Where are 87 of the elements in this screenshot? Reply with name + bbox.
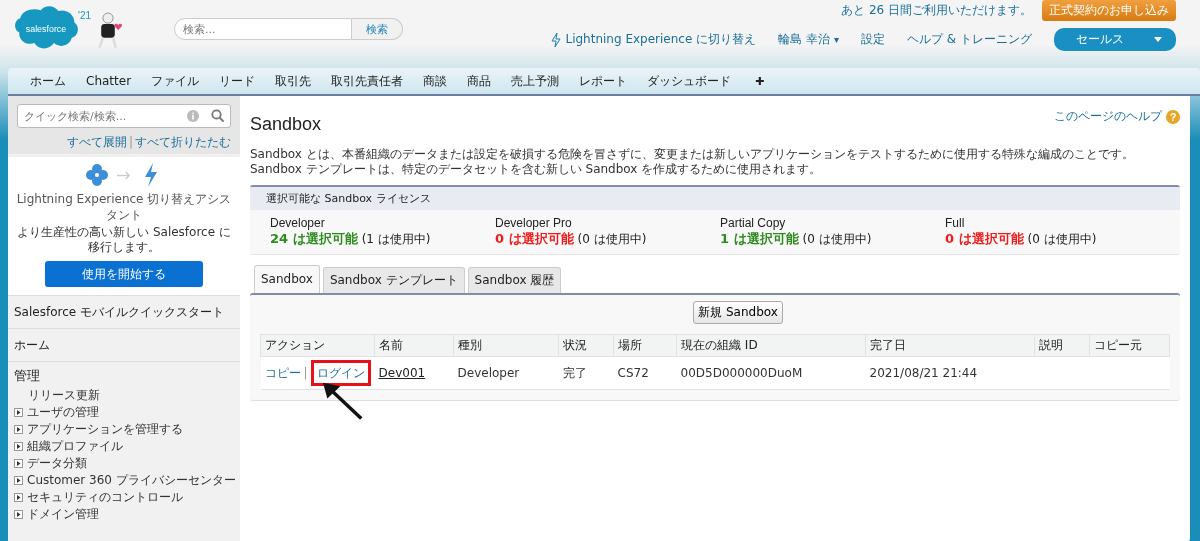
- column-header: 種別: [453, 334, 559, 357]
- tree-item[interactable]: 組織プロファイル: [27, 438, 123, 455]
- column-header: 現在の組織 ID: [676, 334, 866, 357]
- table-cell: Developer: [453, 356, 559, 390]
- info-icon: [187, 110, 199, 122]
- nav-tab[interactable]: レポート: [569, 72, 638, 90]
- tree-item[interactable]: ユーザの管理: [27, 404, 99, 421]
- expand-toggle-icon[interactable]: [14, 425, 23, 434]
- assistant-text: より生産性の高い新しい Salesforce に移行します。: [16, 225, 232, 255]
- expand-all-link[interactable]: すべて展開: [66, 135, 127, 149]
- column-header: 場所: [613, 334, 677, 357]
- nav-tab[interactable]: ダッシュボード: [637, 72, 742, 90]
- column-header: 状況: [558, 334, 614, 357]
- license-name: Full: [945, 216, 966, 230]
- trial-notice: あと 26 日間ご利用いただけます。: [841, 2, 1032, 19]
- tab[interactable]: Sandbox: [254, 265, 320, 293]
- assistant-title: Lightning Experience 切り替えアシスタント: [16, 191, 232, 223]
- available-count: 0 は選択可能: [945, 230, 1024, 248]
- used-count: (0 は使用中): [1027, 231, 1097, 248]
- caret-icon[interactable]: [1154, 37, 1162, 42]
- page-title: Sandbox: [250, 114, 322, 135]
- nav-tab[interactable]: Chatter: [76, 74, 142, 88]
- expand-toggle-icon[interactable]: [14, 459, 23, 468]
- available-count: 1 は選択可能: [720, 230, 799, 248]
- used-count: (0 は使用中): [577, 231, 647, 248]
- search-icon[interactable]: [211, 109, 225, 123]
- header-link[interactable]: ヘルプ & トレーニング: [907, 31, 1032, 48]
- table-cell: 完了: [558, 356, 614, 390]
- user-menu[interactable]: 輪島 幸治 ▾: [778, 31, 839, 48]
- tab[interactable]: Sandbox テンプレート: [322, 267, 465, 293]
- collapse-all-link[interactable]: すべて折りたたむ: [135, 135, 231, 149]
- expand-toggle-icon[interactable]: [14, 510, 23, 519]
- tree-item[interactable]: アプリケーションを管理する: [27, 421, 183, 438]
- license-name: Developer: [270, 216, 326, 230]
- expand-toggle-icon[interactable]: [14, 493, 23, 502]
- tree-item[interactable]: ドメイン管理: [27, 506, 99, 523]
- lightning-icon[interactable]: [551, 32, 562, 47]
- year-label: '21: [78, 10, 92, 21]
- new-sandbox-button[interactable]: 新規 Sandbox: [693, 301, 783, 324]
- search-field[interactable]: 検索...: [174, 18, 352, 40]
- arrow-icon: [117, 170, 131, 180]
- admin-heading: 管理: [14, 367, 41, 385]
- page-description: Sandbox とは、本番組織のデータまたは設定を破損する危険を冒さずに、変更または新しいアプリケーションをテストするために使用する特殊な編成のことです。Sandbox テンプレートは、特定のデータセットを含む新しい Sandbox を作成するために使用されます。: [250, 147, 1135, 177]
- separator: |: [303, 366, 308, 380]
- license-name: Developer Pro: [495, 216, 573, 230]
- tree-item[interactable]: データ分類: [27, 455, 87, 472]
- tree-item[interactable]: リリース更新: [14, 387, 234, 404]
- table-cell: 00D5D000000DuoM: [676, 356, 866, 390]
- used-count: (1 は使用中): [361, 231, 431, 248]
- used-count: (0 は使用中): [802, 231, 872, 248]
- search-button[interactable]: 検索: [352, 18, 403, 40]
- action-link[interactable]: コピー: [264, 366, 301, 380]
- expand-toggle-icon[interactable]: [14, 476, 23, 485]
- expand-toggle-icon[interactable]: [14, 442, 23, 451]
- add-tab-icon[interactable]: ✚: [741, 74, 775, 88]
- help-link[interactable]: このページのヘルプ: [1054, 108, 1162, 125]
- tree-item[interactable]: セキュリティのコントロール: [27, 489, 183, 506]
- nav-tab[interactable]: ホーム: [20, 72, 76, 90]
- nav-tab[interactable]: ファイル: [141, 72, 210, 90]
- nav-tab[interactable]: 商談: [413, 72, 458, 90]
- column-header: 完了日: [865, 334, 1035, 357]
- column-header: 説明: [1034, 334, 1090, 357]
- tab[interactable]: Sandbox 履歴: [467, 267, 562, 293]
- column-header: コピー元: [1089, 334, 1170, 357]
- column-header: 名前: [374, 334, 454, 357]
- separator: |: [128, 135, 133, 149]
- flower-icon: [85, 163, 109, 187]
- column-header: アクション: [260, 334, 375, 357]
- license-name: Partial Copy: [720, 216, 787, 230]
- table-cell: 2021/08/21 21:44: [865, 356, 1035, 390]
- table-cell: CS72: [613, 356, 677, 390]
- expand-toggle-icon[interactable]: [14, 408, 23, 417]
- nav-tab[interactable]: 取引先責任者: [321, 72, 414, 90]
- switch-link[interactable]: Lightning Experience に切り替え: [551, 31, 757, 48]
- available-count: 24 は選択可能: [270, 230, 358, 248]
- nav-tab[interactable]: 取引先: [265, 72, 322, 90]
- nav-tab[interactable]: 売上予測: [501, 72, 570, 90]
- pointer-arrow: [320, 382, 365, 422]
- app-menu[interactable]: セールス: [1054, 28, 1176, 51]
- available-count: 0 は選択可能: [495, 230, 574, 248]
- header-link[interactable]: 設定: [861, 31, 885, 48]
- panel-heading: 選択可能な Sandbox ライセンス: [250, 187, 1180, 210]
- tree-item[interactable]: Customer 360 プライバシーセンター: [27, 472, 236, 489]
- quick-search-field[interactable]: クイック検索/検索...: [17, 104, 231, 128]
- nav-tab[interactable]: リード: [209, 72, 266, 90]
- start-button[interactable]: 使用を開始する: [45, 261, 203, 287]
- nav-tab[interactable]: 商品: [457, 72, 502, 90]
